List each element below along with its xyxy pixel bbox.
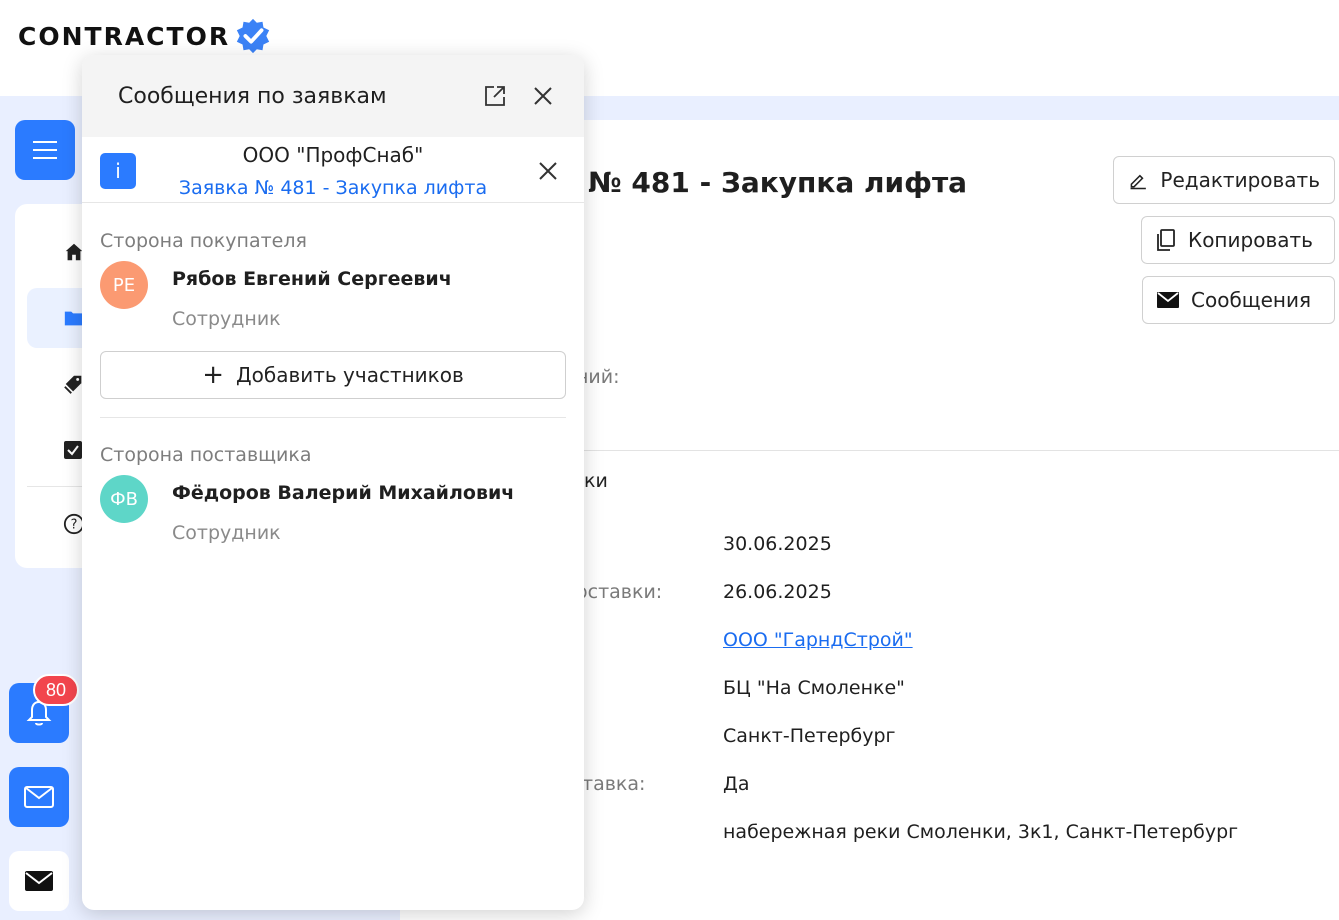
close-icon — [534, 87, 552, 105]
delivery-value: Да — [723, 773, 750, 795]
participant-name: Фёдоров Валерий Михайлович — [172, 482, 515, 504]
mail-outline-icon — [24, 786, 54, 808]
delivery-date-label-fragment: оставки: — [576, 581, 663, 603]
checkbox-icon — [64, 441, 82, 459]
chat-request-link[interactable]: Заявка № 481 - Закупка лифта — [82, 177, 584, 199]
participant-name: Рябов Евгений Сергеевич — [172, 268, 452, 290]
participant-role: Сотрудник — [172, 522, 281, 544]
menu-button[interactable] — [15, 120, 75, 180]
chat-thread-row[interactable]: i ООО "ПрофСнаб" Заявка № 481 - Закупка … — [82, 137, 584, 203]
delivery-label-fragment: тавка: — [582, 773, 646, 795]
location-value: БЦ "На Смоленке" — [723, 677, 905, 699]
external-link-icon — [485, 86, 505, 106]
page-title: № 481 - Закупка лифта — [588, 166, 968, 199]
hamburger-icon — [33, 141, 57, 159]
add-participants-label: Добавить участников — [236, 363, 464, 387]
date-value: 30.06.2025 — [723, 533, 832, 555]
panel-title: Сообщения по заявкам — [118, 84, 387, 109]
panel-divider — [100, 417, 566, 418]
logo[interactable]: CONTRACTOR — [18, 17, 272, 55]
mail-button[interactable] — [9, 767, 69, 827]
participant-role: Сотрудник — [172, 308, 281, 330]
messages-button[interactable] — [9, 851, 69, 911]
avatar: РЕ — [100, 261, 148, 309]
open-external-button[interactable] — [482, 83, 508, 109]
edit-label: Редактировать — [1160, 168, 1320, 192]
envelope-icon — [1157, 292, 1179, 308]
address-value: набережная реки Смоленки, 3к1, Санкт-Пет… — [723, 821, 1239, 843]
supplier-link[interactable]: ООО "ГарндСтрой" — [723, 629, 913, 651]
close-panel-button[interactable] — [530, 83, 556, 109]
copy-icon — [1157, 229, 1175, 251]
buyer-side-label: Сторона покупателя — [100, 230, 307, 252]
chat-company: ООО "ПрофСнаб" — [242, 143, 424, 167]
city-value: Санкт-Петербург — [723, 725, 896, 747]
messages-label: Сообщения — [1191, 288, 1312, 312]
section-title-fragment: ки — [584, 470, 608, 492]
add-participants-button[interactable]: + Добавить участников — [100, 351, 566, 399]
verified-check-icon — [236, 18, 270, 54]
notifications-count-badge: 80 — [33, 674, 79, 706]
copy-label: Копировать — [1188, 228, 1313, 252]
edit-button[interactable]: Редактировать — [1113, 156, 1335, 204]
mail-icon — [25, 871, 53, 891]
close-chat-button[interactable] — [536, 159, 560, 183]
avatar: ФВ — [100, 475, 148, 523]
logo-text: CONTRACTOR — [18, 21, 231, 51]
delivery-date-value: 26.06.2025 — [723, 581, 832, 603]
panel-header: Сообщения по заявкам — [82, 55, 584, 137]
messages-panel: Сообщения по заявкам i ООО "ПрофСнаб" За… — [82, 55, 584, 910]
plus-icon: + — [202, 360, 225, 390]
messages-action-button[interactable]: Сообщения — [1142, 276, 1335, 324]
supplier-side-label: Сторона поставщика — [100, 444, 312, 466]
copy-button[interactable]: Копировать — [1141, 216, 1335, 264]
close-icon — [539, 162, 557, 180]
svg-text:?: ? — [71, 518, 78, 533]
pencil-icon — [1130, 174, 1146, 190]
